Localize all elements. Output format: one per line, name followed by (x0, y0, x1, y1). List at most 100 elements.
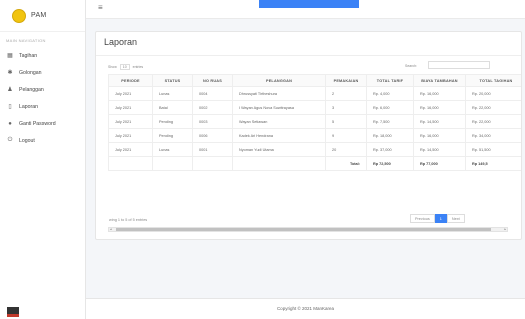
cell-periode: July 2021 (108, 114, 153, 129)
table-row: July 2021 Lunas 0001 Nyoman Yudi Utama 2… (108, 142, 521, 157)
cell-total-tarif: Rp. 4,000 (366, 86, 414, 101)
next-button[interactable]: Next (446, 214, 465, 223)
col-no-ruas[interactable]: No Ruas (192, 74, 233, 87)
cell-total-tarif: Rp. 37,000 (366, 142, 414, 157)
grid-icon: ▦ (7, 53, 13, 59)
cell-pelanggan: I Wayan Agus Nova Suwitrayasa (232, 100, 326, 115)
avatar[interactable] (7, 307, 19, 317)
cell-status: Pending (152, 114, 193, 129)
cell-periode: July 2021 (108, 128, 153, 143)
page-1-button[interactable]: 1 (434, 214, 447, 223)
cell-status: Lunas (152, 86, 193, 101)
horizontal-scrollbar[interactable]: ◂ ▸ (108, 227, 508, 232)
cell-total-tagihan: Rp. 51,500 (465, 142, 521, 157)
table-row: July 2021 Pending 0006 Kadek Ari Hendran… (108, 128, 521, 143)
brand[interactable]: PAM (0, 0, 85, 32)
sidebar-item-label: Pelanggan (19, 86, 44, 93)
cell-no-ruas: 0004 (192, 86, 233, 101)
divider (96, 55, 521, 56)
cell-no-ruas: 0002 (192, 100, 233, 115)
search-input[interactable] (428, 61, 490, 69)
cell-periode: July 2021 (108, 86, 153, 101)
cell-pelanggan: Kadek Ari Hendrana (232, 128, 326, 143)
length-suffix: entries (132, 65, 144, 69)
sidebar-item-golongan[interactable]: ✱ Golongan (0, 64, 85, 81)
table-header-row: Periode Status No Ruas Pelanggan Pemakai… (108, 74, 521, 87)
logo-icon (12, 8, 26, 23)
col-pelanggan[interactable]: Pelanggan (232, 74, 326, 87)
length-control: Show 10 entries (108, 64, 143, 70)
cell-pemakaian: 9 (325, 128, 367, 143)
cell-pemakaian: 5 (325, 114, 367, 129)
col-status[interactable]: Status (152, 74, 193, 87)
report-card: Laporan Show 10 entries Search: Periode … (95, 31, 522, 240)
cell-pelanggan: Nyoman Yudi Utama (232, 142, 326, 157)
total-tagihan: Rp 149,5 (465, 156, 521, 171)
cell-periode: July 2021 (108, 100, 153, 115)
cell-pemakaian: 20 (325, 142, 367, 157)
cell-total-tagihan: Rp. 20,000 (465, 86, 521, 101)
cell-biaya-tambahan: Rp. 14,500 (413, 114, 466, 129)
col-biaya-tambahan[interactable]: Biaya Tambahan (413, 74, 466, 87)
table-row: July 2021 Lunas 0004 Dhrussyati Tirthesh… (108, 86, 521, 101)
scroll-left-arrow-icon[interactable]: ◂ (110, 227, 112, 231)
scroll-right-arrow-icon[interactable]: ▸ (504, 227, 506, 231)
total-tambahan: Rp 77,000 (413, 156, 466, 171)
footer: Copyright © 2021 ManKarea (86, 298, 525, 319)
topbar-accent (259, 0, 359, 8)
total-tarif: Rp 72,500 (366, 156, 414, 171)
sidebar-item-pelanggan[interactable]: ♟ Pelanggan (0, 81, 85, 98)
cell-no-ruas: 0003 (192, 114, 233, 129)
pagination: Previous 1 Next (410, 214, 465, 223)
sidebar-item-tagihan[interactable]: ▦ Tagihan (0, 47, 85, 64)
cell-biaya-tambahan: Rp. 14,500 (413, 142, 466, 157)
col-total-tagihan[interactable]: Total Tagihan (465, 74, 521, 87)
col-pemakaian[interactable]: Pemakaian (325, 74, 367, 87)
power-icon: ⏻ (7, 137, 13, 143)
col-total-tarif[interactable]: Total Tarif (366, 74, 414, 87)
sidebar-item-logout[interactable]: ⏻ Logout (0, 132, 85, 149)
sidebar: PAM MAIN NAVIGATION ▦ Tagihan ✱ Golongan… (0, 0, 86, 319)
hamburger-icon[interactable]: ≡ (98, 3, 103, 12)
col-periode[interactable]: Periode (108, 74, 153, 87)
cell-total-tarif: Rp. 6,000 (366, 100, 414, 115)
table-info: wing 1 to 5 of 5 entries (109, 218, 148, 222)
dot-icon: ● (8, 120, 12, 127)
cell-status: Batal (152, 100, 193, 115)
sidebar-item-label: Tagihan (19, 52, 38, 59)
table-row: July 2021 Batal 0002 I Wayan Agus Nova S… (108, 100, 521, 115)
cell-status: Pending (152, 128, 193, 143)
file-icon: ▯ (8, 104, 12, 110)
sidebar-item-laporan[interactable]: ▯ Laporan (0, 98, 85, 115)
cell-empty (108, 156, 153, 171)
cell-total-tagihan: Rp. 34,000 (465, 128, 521, 143)
sidebar-item-label: Ganti Password (19, 120, 56, 127)
cell-total-tarif: Rp. 7,500 (366, 114, 414, 129)
previous-button[interactable]: Previous (410, 214, 435, 223)
cell-pelanggan: Wayan Setiawan (232, 114, 326, 129)
cell-no-ruas: 0001 (192, 142, 233, 157)
report-table: Periode Status No Ruas Pelanggan Pemakai… (108, 74, 521, 171)
cell-pemakaian: 3 (325, 100, 367, 115)
page-title: Laporan (104, 37, 138, 47)
sidebar-item-label: Golongan (19, 69, 42, 76)
length-prefix: Show (108, 65, 117, 69)
sidebar-item-ganti-password[interactable]: ● Ganti Password (0, 115, 85, 132)
users-icon: ♟ (7, 87, 13, 93)
cell-empty (232, 156, 326, 171)
table-row: July 2021 Pending 0003 Wayan Setiawan 5 … (108, 114, 521, 129)
cell-biaya-tambahan: Rp. 16,000 (413, 100, 466, 115)
gear-icon: ✱ (7, 70, 13, 76)
cell-no-ruas: 0006 (192, 128, 233, 143)
cell-empty (152, 156, 193, 171)
app-name: PAM (31, 12, 47, 19)
cell-periode: July 2021 (108, 142, 153, 157)
nav-header: MAIN NAVIGATION (6, 38, 46, 43)
cell-empty (192, 156, 233, 171)
scroll-thumb[interactable] (116, 228, 491, 231)
cell-pelanggan: Dhrussyati Tirtheshura (232, 86, 326, 101)
cell-biaya-tambahan: Rp. 16,000 (413, 86, 466, 101)
sidebar-item-label: Laporan (19, 103, 39, 110)
topbar: ≡ (86, 0, 525, 19)
length-select[interactable]: 10 (119, 64, 130, 70)
